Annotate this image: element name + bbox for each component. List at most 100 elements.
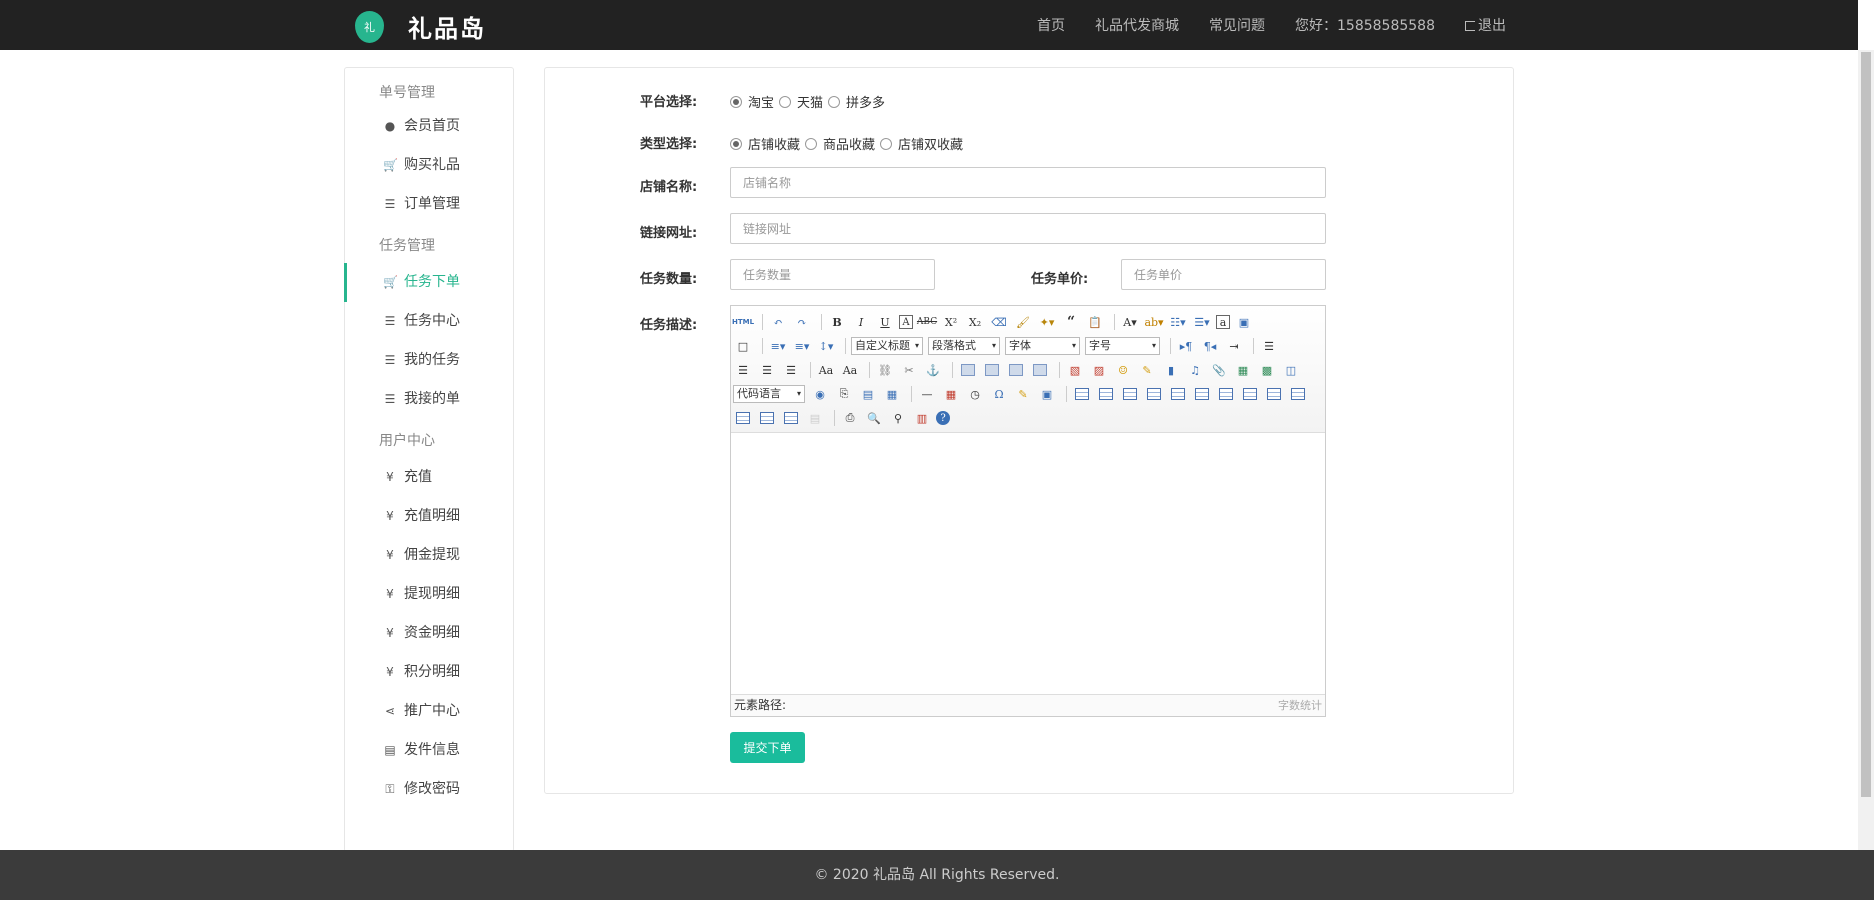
find-replace-icon[interactable]: ⚲ — [888, 408, 908, 428]
strikethrough-icon[interactable]: ABC — [917, 312, 937, 332]
task-price-input[interactable] — [1121, 259, 1326, 290]
line-height-icon[interactable]: ↕▾ — [816, 336, 836, 356]
nav-faq[interactable]: 常见问题 — [1209, 15, 1265, 35]
special-char-icon[interactable]: Ω — [989, 384, 1009, 404]
sidebar-item-recharge[interactable]: ¥ 充值 — [345, 458, 513, 497]
platform-radio-taobao[interactable] — [730, 95, 742, 108]
rtl-direction-icon[interactable]: ¶◂ — [1200, 336, 1220, 356]
platform-radio-pinduoduo[interactable] — [828, 95, 841, 108]
task-quantity-input[interactable] — [730, 259, 935, 290]
image-float-right-icon[interactable] — [1009, 364, 1023, 376]
delete-table-icon[interactable] — [1099, 388, 1113, 400]
format-brush-icon[interactable]: 🖌 — [1013, 312, 1033, 332]
html-source-button[interactable]: HTML — [732, 312, 754, 332]
indent-icon[interactable]: ⇥ — [1224, 336, 1244, 356]
sidebar-item-promotion[interactable]: ⋖ 推广中心 — [345, 692, 513, 731]
paste-plain-icon[interactable]: 📋 — [1085, 312, 1105, 332]
align-justify-icon[interactable]: ☰ — [781, 360, 801, 380]
emotion-icon[interactable]: ☺ — [1113, 360, 1133, 380]
web-app-icon[interactable]: ◉ — [810, 384, 830, 404]
insert-col-icon[interactable] — [1195, 388, 1209, 400]
merge-down-icon[interactable] — [1291, 388, 1305, 400]
image-float-none-icon[interactable] — [961, 364, 975, 376]
url-input[interactable] — [730, 213, 1326, 244]
sidebar-item-orders[interactable]: ☰ 订单管理 — [345, 185, 513, 224]
music-icon[interactable]: ♫ — [1185, 360, 1205, 380]
gmap-icon[interactable]: ▩ — [1257, 360, 1277, 380]
merge-cells-icon[interactable] — [1243, 388, 1257, 400]
font-size-select[interactable]: 字号 ▾ — [1085, 337, 1160, 355]
auto-format-icon[interactable]: ✦▾ — [1037, 312, 1057, 332]
background-icon[interactable]: ▦ — [882, 384, 902, 404]
row-spacing-top-icon[interactable]: ≡▾ — [768, 336, 788, 356]
print-icon[interactable]: ⎙ — [840, 408, 860, 428]
help-icon[interactable]: ? — [936, 411, 950, 425]
underline-icon[interactable]: U — [875, 312, 895, 332]
page-scrollbar[interactable] — [1858, 50, 1874, 850]
bold-icon[interactable]: B — [827, 312, 847, 332]
map-icon[interactable]: ▦ — [1233, 360, 1253, 380]
time-icon[interactable]: ◷ — [965, 384, 985, 404]
sidebar-item-buy-gift[interactable]: 🛒 购买礼品 — [345, 146, 513, 185]
image-center-icon[interactable] — [1033, 364, 1047, 376]
type-radio-item-fav[interactable] — [805, 137, 818, 150]
video-icon[interactable]: ▮ — [1161, 360, 1181, 380]
nav-home[interactable]: 首页 — [1037, 15, 1065, 35]
logo[interactable]: 礼 礼品岛 — [355, 9, 486, 44]
subscript-icon[interactable]: X₂ — [965, 312, 985, 332]
redo-icon[interactable]: ↷ — [792, 312, 812, 332]
paragraph-format-select[interactable]: 段落格式 ▾ — [928, 337, 1000, 355]
italic-icon[interactable]: I — [851, 312, 871, 332]
editor-content-area[interactable] — [731, 433, 1325, 693]
sidebar-item-my-tasks[interactable]: ☰ 我的任务 — [345, 341, 513, 380]
page-break-icon[interactable]: ⎘ — [834, 384, 854, 404]
delete-row-icon[interactable] — [1171, 388, 1185, 400]
horizontal-rule-icon[interactable]: — — [917, 384, 937, 404]
unlink-icon[interactable]: ✂ — [899, 360, 919, 380]
insert-table-icon[interactable] — [1075, 388, 1089, 400]
sidebar-item-sender-info[interactable]: ▤ 发件信息 — [345, 731, 513, 770]
sidebar-item-task-order[interactable]: 🛒 任务下单 — [344, 263, 513, 302]
insert-image-icon[interactable]: ▧ — [1065, 360, 1085, 380]
platform-radio-tmall[interactable] — [779, 95, 792, 108]
lowercase-icon[interactable]: Aa — [840, 360, 860, 380]
split-to-rows-icon[interactable] — [760, 412, 774, 424]
sidebar-item-withdraw-detail[interactable]: ¥ 提现明细 — [345, 575, 513, 614]
sidebar-item-withdraw[interactable]: ¥ 佣金提现 — [345, 536, 513, 575]
sidebar-item-fund-detail[interactable]: ¥ 资金明细 — [345, 614, 513, 653]
split-to-cols-icon[interactable] — [784, 412, 798, 424]
sidebar-item-accepted[interactable]: ☰ 我接的单 — [345, 380, 513, 419]
custom-title-select[interactable]: 自定义标题 ▾ — [851, 337, 923, 355]
date-icon[interactable]: ▦ — [941, 384, 961, 404]
insert-row-icon[interactable] — [1147, 388, 1161, 400]
charts-icon[interactable]: ▤ — [805, 408, 825, 428]
ltr-direction-icon[interactable]: ▸¶ — [1176, 336, 1196, 356]
font-family-select[interactable]: 字体 ▾ — [1005, 337, 1080, 355]
ordered-list-icon[interactable]: ☷▾ — [1168, 312, 1188, 332]
align-center-icon[interactable]: ☰ — [733, 360, 753, 380]
wordimage-icon[interactable]: ✎ — [1013, 384, 1033, 404]
nav-gift-mall[interactable]: 礼品代发商城 — [1095, 15, 1179, 35]
link-icon[interactable]: ⛓ — [875, 360, 895, 380]
row-spacing-bottom-icon[interactable]: ≡▾ — [792, 336, 812, 356]
superscript-icon[interactable]: X² — [941, 312, 961, 332]
sidebar-item-task-center[interactable]: ☰ 任务中心 — [345, 302, 513, 341]
scrawl-icon[interactable]: ✎ — [1137, 360, 1157, 380]
delete-col-icon[interactable] — [1219, 388, 1233, 400]
eraser-icon[interactable]: ⌫ — [989, 312, 1009, 332]
preview-search-icon[interactable]: 🔍 — [864, 408, 884, 428]
drafts-icon[interactable]: ▥ — [912, 408, 932, 428]
font-border-icon[interactable]: A — [899, 315, 913, 329]
align-left-icon[interactable]: ☰ — [1259, 336, 1279, 356]
attachment-icon[interactable]: 📎 — [1209, 360, 1229, 380]
type-radio-shop-double-fav[interactable] — [880, 137, 893, 150]
sidebar-item-member-home[interactable]: ● 会员首页 — [345, 107, 513, 146]
type-radio-shop-fav[interactable] — [730, 137, 742, 150]
preview-icon[interactable]: ▣ — [1234, 312, 1254, 332]
font-color-icon[interactable]: A▾ — [1120, 312, 1140, 332]
code-language-select[interactable]: 代码语言 ▾ — [733, 385, 805, 403]
unordered-list-icon[interactable]: ☰▾ — [1192, 312, 1212, 332]
submit-order-button[interactable]: 提交下单 — [730, 732, 805, 763]
image-float-left-icon[interactable] — [985, 364, 999, 376]
anchor-icon[interactable]: ⚓ — [923, 360, 943, 380]
